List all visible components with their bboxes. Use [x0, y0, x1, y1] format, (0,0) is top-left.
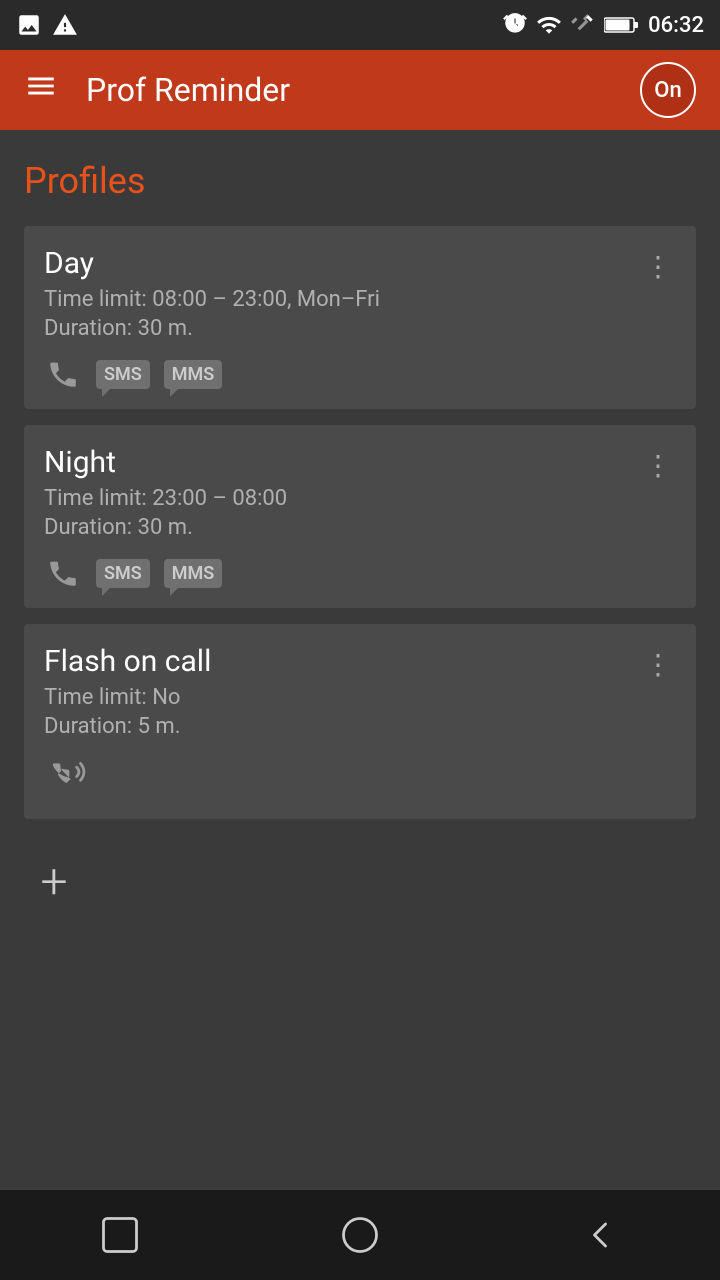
card-flash-time-limit: Time limit: No — [44, 685, 211, 710]
app-title: Prof Reminder — [86, 71, 640, 109]
phone-icon — [44, 355, 82, 393]
mms-icon: MMS — [164, 360, 223, 389]
app-bar: Prof Reminder On — [0, 50, 720, 130]
on-toggle[interactable]: On — [640, 62, 696, 118]
card-flash-more-icon[interactable]: ⋮ — [640, 644, 676, 685]
phone-icon-night — [44, 554, 82, 592]
alert-icon — [52, 12, 78, 38]
status-bar: 06:32 — [0, 0, 720, 50]
card-night-name: Night — [44, 445, 287, 480]
section-title: Profiles — [24, 160, 696, 202]
main-content: Profiles Day Time limit: 08:00 – 23:00, … — [0, 130, 720, 1190]
photo-icon — [16, 12, 42, 38]
card-day-icons: SMS MMS — [44, 355, 676, 393]
card-flash-name: Flash on call — [44, 644, 211, 679]
bottom-nav — [0, 1190, 720, 1280]
card-flash-duration: Duration: 5 m. — [44, 714, 211, 739]
card-night-more-icon[interactable]: ⋮ — [640, 445, 676, 486]
card-day-time-limit: Time limit: 08:00 – 23:00, Mon–Fri — [44, 287, 380, 312]
nav-home-button[interactable] — [338, 1213, 382, 1257]
menu-icon[interactable] — [24, 69, 58, 111]
status-time: 06:32 — [648, 13, 704, 38]
flash-call-icon — [44, 753, 94, 803]
card-day-header: Day Time limit: 08:00 – 23:00, Mon–Fri D… — [44, 246, 676, 355]
alarm-icon — [502, 12, 528, 38]
nav-back-button[interactable] — [578, 1213, 622, 1257]
card-flash-header: Flash on call Time limit: No Duration: 5… — [44, 644, 676, 753]
sms-icon: SMS — [96, 360, 150, 389]
nav-recents-button[interactable] — [98, 1213, 142, 1257]
profile-card-day: Day Time limit: 08:00 – 23:00, Mon–Fri D… — [24, 226, 696, 409]
sms-icon-night: SMS — [96, 559, 150, 588]
card-night-icons: SMS MMS — [44, 554, 676, 592]
card-night-time-limit: Time limit: 23:00 – 08:00 — [44, 486, 287, 511]
profile-card-night: Night Time limit: 23:00 – 08:00 Duration… — [24, 425, 696, 608]
card-day-duration: Duration: 30 m. — [44, 316, 380, 341]
status-bar-left-icons — [16, 12, 78, 38]
signal-icon — [570, 12, 596, 38]
card-flash-icons — [44, 753, 676, 803]
profile-card-flash: Flash on call Time limit: No Duration: 5… — [24, 624, 696, 819]
add-profile-button[interactable]: + — [24, 851, 84, 911]
card-day-name: Day — [44, 246, 380, 281]
battery-icon — [604, 15, 640, 35]
card-night-header: Night Time limit: 23:00 – 08:00 Duration… — [44, 445, 676, 554]
card-day-more-icon[interactable]: ⋮ — [640, 246, 676, 287]
status-bar-right-icons: 06:32 — [502, 12, 704, 38]
mms-icon-night: MMS — [164, 559, 223, 588]
wifi-icon — [536, 12, 562, 38]
card-night-duration: Duration: 30 m. — [44, 515, 287, 540]
